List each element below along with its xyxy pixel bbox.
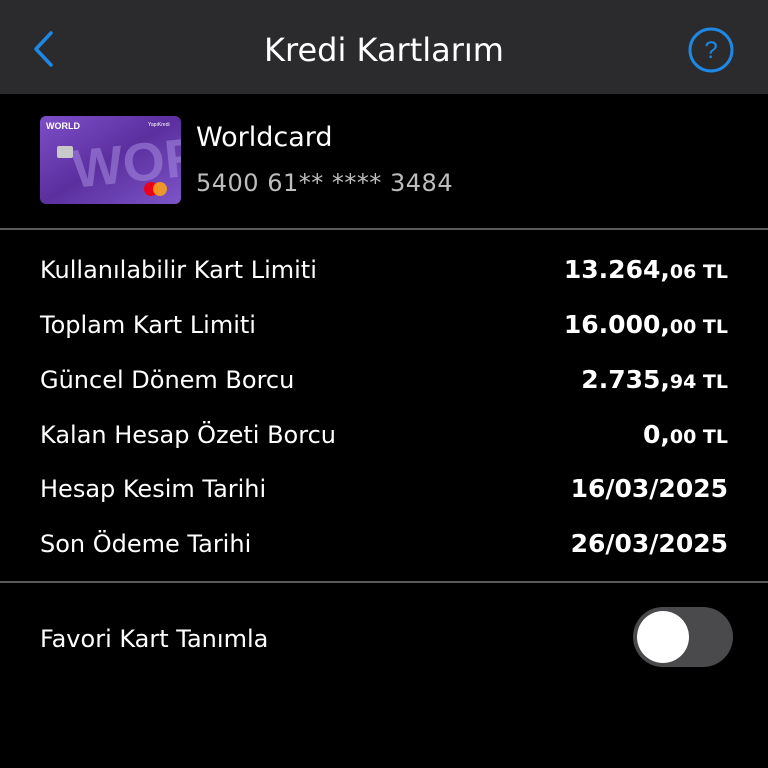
detail-label: Toplam Kart Limiti	[40, 311, 256, 339]
help-circle-icon: ?	[688, 27, 734, 73]
help-button[interactable]: ?	[688, 27, 734, 73]
detail-row: Kullanılabilir Kart Limiti 13.264,06 TL	[40, 250, 728, 290]
detail-value: 16.000,00 TL	[563, 310, 728, 339]
page-title: Kredi Kartlarım	[264, 31, 504, 69]
toggle-knob	[637, 611, 689, 663]
detail-row: Hesap Kesim Tarihi 16/03/2025	[40, 469, 728, 509]
divider	[0, 581, 768, 583]
detail-label: Kullanılabilir Kart Limiti	[40, 256, 317, 284]
detail-label: Hesap Kesim Tarihi	[40, 475, 267, 503]
detail-label: Güncel Dönem Borcu	[40, 366, 295, 394]
detail-row: Toplam Kart Limiti 16.000,00 TL	[40, 305, 728, 345]
card-bank-text: YapıKredi	[148, 122, 170, 128]
card-number: 5400 61** **** 3484	[196, 169, 454, 197]
detail-label: Kalan Hesap Özeti Borcu	[40, 421, 336, 449]
detail-row: Güncel Dönem Borcu 2.735,94 TL	[40, 360, 728, 400]
detail-row: Kalan Hesap Özeti Borcu 0,00 TL	[40, 415, 728, 455]
card-name: Worldcard	[196, 122, 333, 153]
detail-row: Son Ödeme Tarihi 26/03/2025	[40, 524, 728, 564]
divider	[0, 228, 768, 230]
detail-value: 16/03/2025	[570, 474, 728, 503]
detail-label: Son Ödeme Tarihi	[40, 530, 252, 558]
card-summary[interactable]: WOR WORLD YapıKredi Worldcard 5400 61** …	[0, 94, 768, 230]
detail-value: 13.264,06 TL	[563, 255, 728, 284]
detail-value: 0,00 TL	[642, 420, 728, 449]
favorite-card-label: Favori Kart Tanımla	[40, 625, 269, 653]
top-bar: Kredi Kartlarım ?	[0, 0, 768, 94]
card-brand-text: WORLD	[46, 121, 80, 131]
card-image: WOR WORLD YapıKredi	[40, 116, 181, 204]
svg-text:?: ?	[704, 37, 717, 64]
detail-value: 26/03/2025	[570, 529, 728, 558]
favorite-card-toggle[interactable]	[633, 607, 733, 667]
detail-value: 2.735,94 TL	[581, 365, 728, 394]
